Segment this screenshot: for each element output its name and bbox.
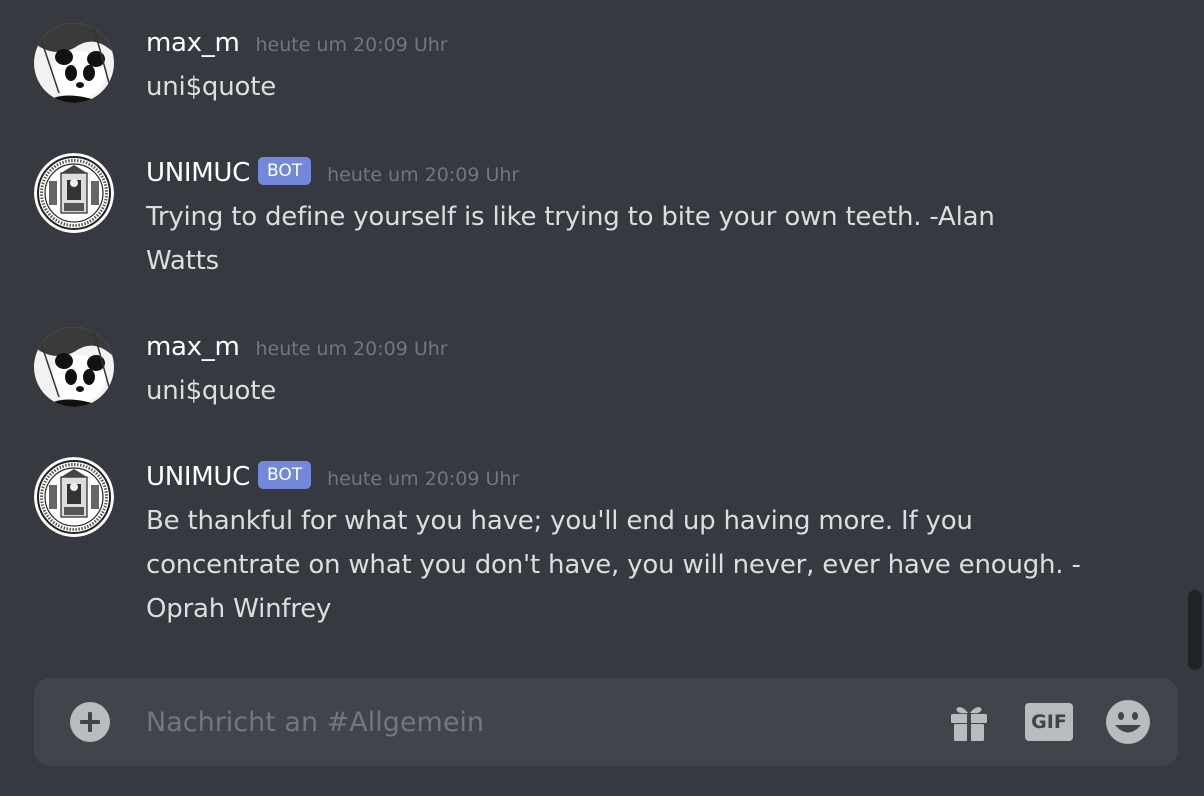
message-content: uni$quote	[146, 72, 277, 102]
message-header: max_m heute um 20:09 Uhr	[146, 23, 448, 63]
message-header: UNIMUC BOT heute um 20:09 Uhr	[146, 153, 519, 193]
gif-icon[interactable]: GIF	[1025, 703, 1073, 741]
message-list: max_m heute um 20:09 Uhr uni$quote UNIMU…	[0, 0, 1180, 670]
timestamp[interactable]: heute um 20:09 Uhr	[255, 338, 447, 360]
username[interactable]: UNIMUC	[146, 462, 250, 492]
message-header: max_m heute um 20:09 Uhr	[146, 327, 448, 367]
timestamp[interactable]: heute um 20:09 Uhr	[327, 164, 519, 186]
chat-window: max_m heute um 20:09 Uhr uni$quote UNIMU…	[0, 0, 1204, 796]
message-content: Trying to define yourself is like trying…	[146, 202, 995, 276]
message-content: uni$quote	[146, 376, 277, 406]
panda-avatar-icon[interactable]	[34, 23, 114, 103]
university-seal-icon[interactable]	[34, 153, 114, 233]
message-header: UNIMUC BOT heute um 20:09 Uhr	[146, 457, 519, 497]
scrollbar[interactable]	[1184, 0, 1204, 670]
scrollbar-thumb[interactable]	[1188, 590, 1202, 670]
panda-avatar-icon[interactable]	[34, 327, 114, 407]
bot-badge: BOT	[257, 461, 312, 489]
username[interactable]: max_m	[146, 28, 240, 58]
username[interactable]: UNIMUC	[146, 158, 250, 188]
timestamp[interactable]: heute um 20:09 Uhr	[255, 34, 447, 56]
timestamp[interactable]: heute um 20:09 Uhr	[327, 468, 519, 490]
bot-badge: BOT	[257, 157, 312, 185]
gift-icon[interactable]	[947, 700, 991, 744]
university-seal-icon[interactable]	[34, 457, 114, 537]
plus-circle-icon[interactable]	[70, 702, 110, 742]
message-content: Be thankful for what you have; you'll en…	[146, 506, 1081, 624]
message-composer: GIF	[34, 678, 1178, 766]
smiley-icon[interactable]	[1104, 698, 1152, 746]
username[interactable]: max_m	[146, 332, 240, 362]
message-input[interactable]	[146, 697, 906, 747]
